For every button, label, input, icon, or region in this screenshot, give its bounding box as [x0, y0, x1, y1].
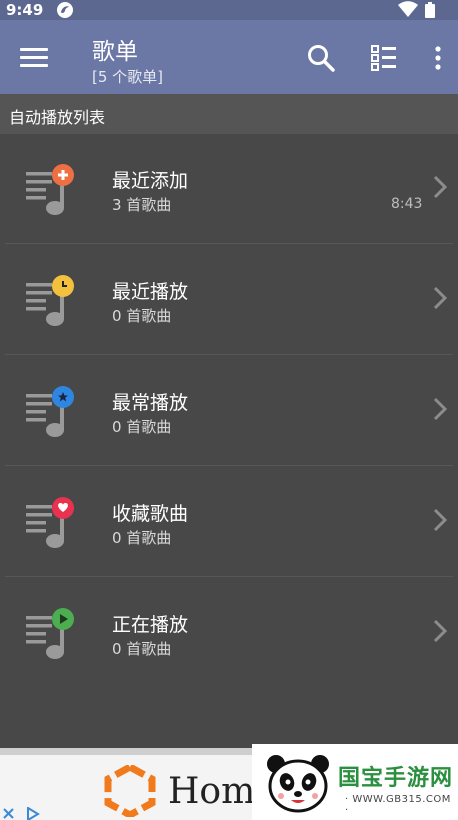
ad-choices-icon[interactable]	[24, 807, 42, 820]
row-divider	[5, 354, 453, 355]
playlist-name: 收藏歌曲	[112, 503, 189, 525]
watermark-title: 国宝手游网	[338, 766, 454, 791]
app-notification-icon	[57, 2, 73, 18]
row-divider	[5, 465, 453, 466]
ad-logo-icon	[104, 765, 156, 817]
playlist-song-count: 0 首歌曲	[112, 529, 172, 547]
playlist-music-icon	[26, 164, 74, 215]
status-bar: 9:49	[0, 0, 458, 20]
chevron-right-icon	[433, 175, 448, 199]
chevron-right-icon	[433, 619, 448, 643]
chevron-right-icon	[433, 508, 448, 532]
view-mode-icon[interactable]	[370, 44, 398, 72]
panda-logo-icon	[267, 755, 329, 813]
playlist-item[interactable]: 最近播放 0 首歌曲	[0, 245, 458, 355]
toolbar: 歌单 [5 个歌单]	[0, 20, 458, 94]
playlist-song-count: 0 首歌曲	[112, 640, 172, 658]
chevron-right-icon	[433, 286, 448, 310]
playlist-song-count: 3 首歌曲	[112, 196, 172, 214]
menu-icon[interactable]	[20, 48, 48, 68]
playlist-music-icon	[26, 608, 74, 659]
more-options-icon[interactable]	[428, 44, 448, 72]
playlist-song-count: 0 首歌曲	[112, 307, 172, 325]
search-icon[interactable]	[305, 42, 337, 74]
playlist-item[interactable]: 最常播放 0 首歌曲	[0, 356, 458, 466]
section-header: 自动播放列表	[0, 94, 458, 134]
playlist-song-count: 0 首歌曲	[112, 418, 172, 436]
playlist-music-icon	[26, 386, 74, 437]
battery-icon	[425, 2, 435, 18]
close-icon[interactable]	[2, 807, 15, 820]
chevron-right-icon	[433, 397, 448, 421]
playlist-name: 最近播放	[112, 281, 189, 303]
playlist-name: 最近添加	[112, 170, 189, 192]
playlist-name: 正在播放	[112, 614, 189, 636]
playlist-item[interactable]: 收藏歌曲 0 首歌曲	[0, 467, 458, 577]
playlist-name: 最常播放	[112, 392, 189, 414]
playlist-music-icon	[26, 275, 74, 326]
playlist-music-icon	[26, 497, 74, 548]
playlist-duration: 8:43	[391, 196, 423, 212]
row-divider	[5, 576, 453, 577]
row-divider	[5, 243, 453, 244]
playlist-item[interactable]: 正在播放 0 首歌曲	[0, 578, 458, 688]
section-label: 自动播放列表	[9, 108, 106, 127]
wifi-icon	[398, 1, 418, 17]
page-subtitle: [5 个歌单]	[92, 68, 164, 86]
playlist-item[interactable]: 最近添加 3 首歌曲 8:43	[0, 134, 458, 244]
status-time: 9:49	[6, 1, 44, 19]
watermark-url: · WWW.GB315.COM ·	[345, 794, 451, 816]
watermark: 国宝手游网 · WWW.GB315.COM ·	[252, 744, 458, 820]
page-title: 歌单	[92, 39, 138, 65]
